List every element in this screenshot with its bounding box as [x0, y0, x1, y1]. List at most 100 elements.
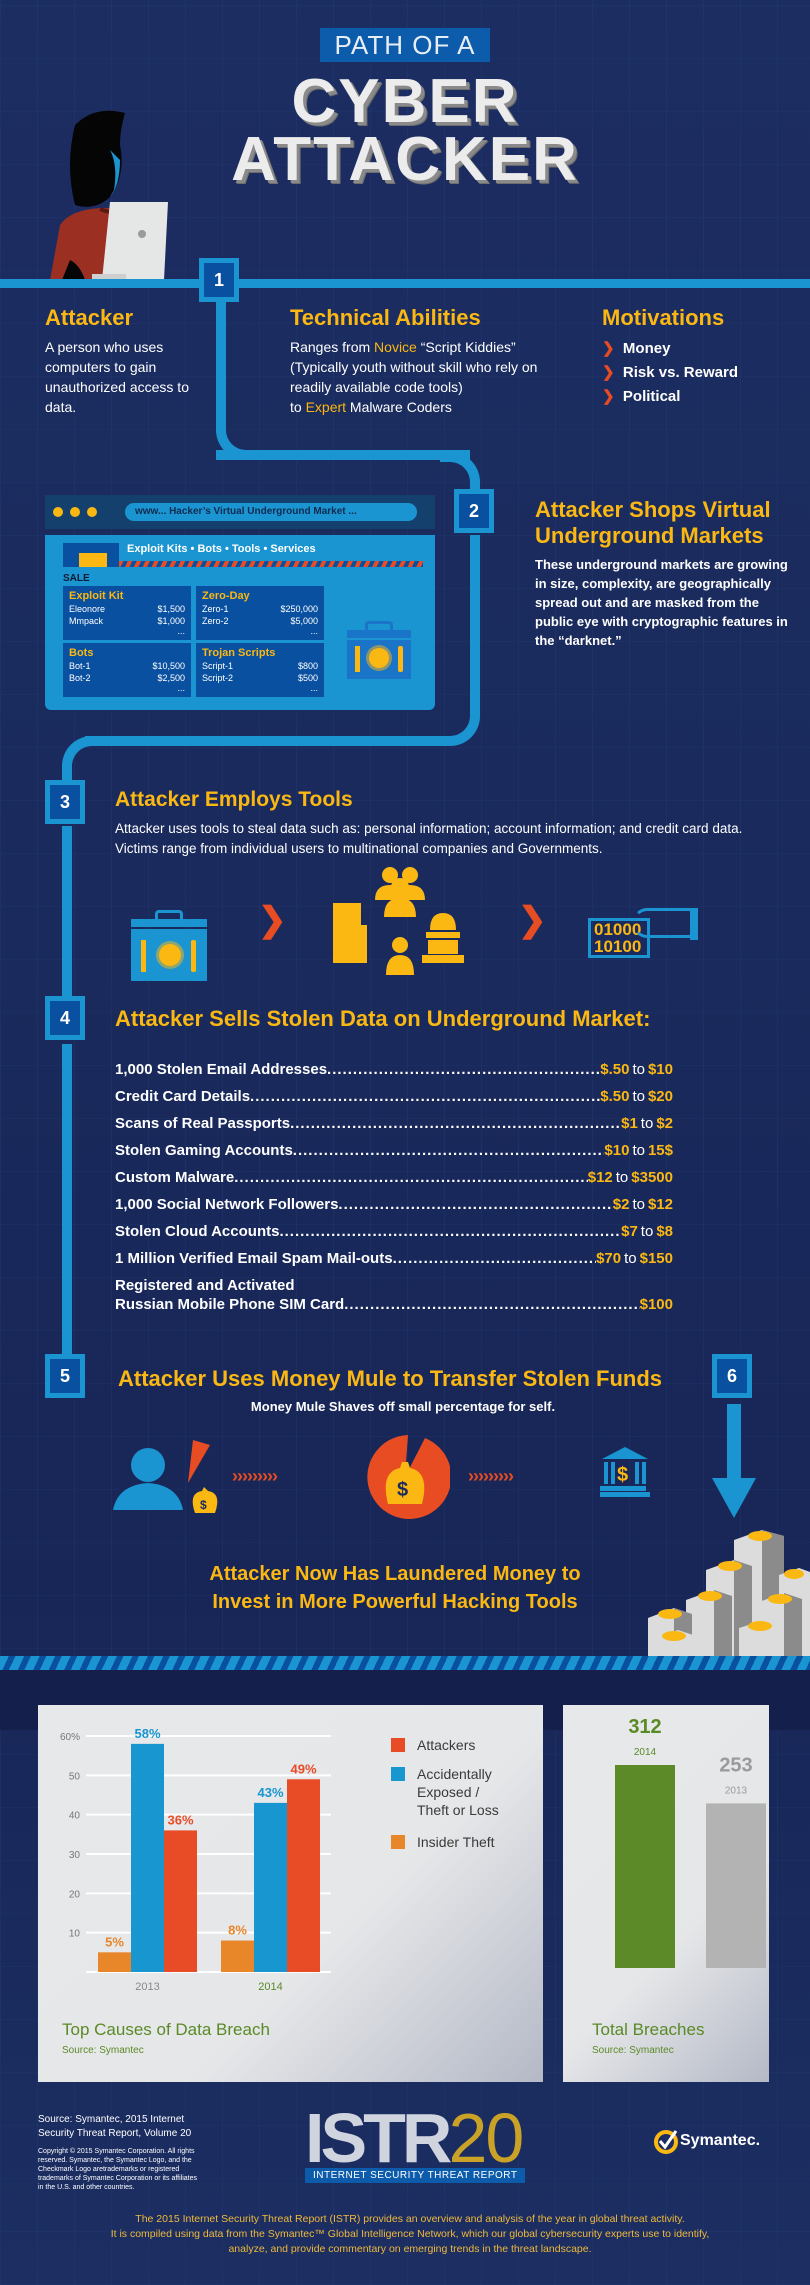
chart-title: Total Breaches: [592, 2020, 705, 2039]
market-card-zero-day: Zero-Day Zero-1 $250,000 Zero-2 $5,000 ...: [196, 586, 324, 640]
step-badge-5: 5: [45, 1354, 85, 1398]
step6-line2: Invest in More Powerful Hacking Tools: [212, 1591, 578, 1613]
hand-icon: [633, 908, 693, 938]
legend-swatch: [391, 1738, 405, 1752]
legend-swatch: [391, 1767, 405, 1781]
y-tick-label: 50: [69, 1771, 81, 1782]
step2-text: Attacker Shops Virtual Underground Marke…: [535, 497, 795, 650]
price-list-item: 1 Million Verified Email Spam Mail-outs$…: [115, 1250, 673, 1268]
data-breach-chart-panel: 60% 50 40 30 20 10 5% 58% 36% 2013 8% 43% 49% 2014 At…: [38, 1705, 543, 2082]
copyright: Copyright © 2015 Symantec Corporation. A…: [38, 2148, 197, 2191]
stripe-divider: [0, 1656, 810, 1670]
bar-attackers-2014: [287, 1779, 320, 1972]
motivations-list: ❯ Money ❯ Risk vs. Reward ❯ Political: [602, 337, 792, 409]
market-card-row: Mmpack $1,000: [69, 616, 185, 626]
category-label: 2014: [634, 1747, 657, 1758]
transfer-arrows: ›››››››››: [468, 1466, 514, 1486]
path-line: [62, 1044, 72, 1354]
price-list-item: Custom Malware$12to$3500: [115, 1169, 673, 1187]
x-tick-label: 2013: [135, 1981, 159, 1993]
chevron-right-icon: ❯: [602, 364, 615, 381]
legend-item-accidental: Accidentally Exposed / Theft or Loss: [391, 1765, 501, 1819]
x-tick-label: 2014: [258, 1981, 282, 1993]
data-label: 253: [719, 1754, 752, 1776]
step3-heading: Attacker Employs Tools: [115, 788, 353, 811]
price-list-item: 1,000 Social Network Followers$2to$12: [115, 1196, 673, 1214]
y-tick-label: 40: [69, 1811, 81, 1822]
y-tick-label: 10: [69, 1929, 81, 1940]
person-icon: [392, 937, 408, 953]
step5-heading: Attacker Uses Money Mule to Transfer Sto…: [118, 1366, 663, 1391]
market-card-row: Eleonore $1,500: [69, 604, 185, 614]
transfer-arrows: ›››››››››: [232, 1466, 278, 1486]
step-badge-3: 3: [45, 780, 85, 824]
down-arrow-icon: [712, 1478, 756, 1518]
market-card-trojan-scripts: Trojan Scripts Script-1 $800 Script-2 $500…: [196, 643, 324, 697]
price-list-item: Stolen Gaming Accounts$10to15$: [115, 1142, 673, 1160]
svg-text:$: $: [200, 1498, 207, 1512]
bar-total-breaches-2013: [706, 1803, 766, 1968]
title-line-2: ATTACKER: [231, 125, 579, 194]
market-card-row: Script-2 $500: [202, 673, 318, 683]
motivations: Motivations ❯ Money ❯ Risk vs. Reward ❯ …: [602, 305, 792, 409]
market-card-row: Zero-1 $250,000: [202, 604, 318, 614]
victims-icon: [333, 867, 464, 975]
underground-market-window: www... Hacker’s Virtual Underground Mark…: [45, 495, 435, 710]
y-tick-label: 20: [69, 1889, 81, 1900]
data-label: 312: [628, 1716, 661, 1738]
sale-label: SALE: [63, 573, 90, 584]
shop-icon: [79, 553, 107, 567]
motivation-item: ❯ Risk vs. Reward: [602, 364, 738, 381]
step4-heading: Attacker Sells Stolen Data on Undergroun…: [115, 1006, 651, 1031]
step-badge-2: 2: [454, 489, 494, 533]
browser-bar: www... Hacker’s Virtual Underground Mark…: [45, 495, 435, 529]
market-card-row: Bot-1 $10,500: [69, 661, 185, 671]
market-card-row: Zero-2 $5,000: [202, 616, 318, 626]
toolbox-icon: [347, 621, 411, 679]
legend-item-attackers: Attackers: [391, 1736, 475, 1754]
step6-text: Attacker Now Has Laundered Money to Inve…: [170, 1560, 620, 1616]
legend-swatch: [391, 1835, 405, 1849]
motivations-heading: Motivations: [602, 305, 725, 330]
step2-body: These underground markets are growing in…: [535, 557, 788, 648]
bar-accidentally-exposed-theft-or-loss-2013: [131, 1743, 164, 1972]
laptop-icon: [92, 202, 168, 280]
money-mule-icon: $: [113, 1440, 218, 1513]
step-badge-4: 4: [45, 996, 85, 1040]
bank-icon: $: [600, 1447, 650, 1497]
money-stacks-icon: [648, 1530, 810, 1656]
chevron-right-icon: ❯: [602, 388, 615, 405]
path-line: [0, 279, 810, 288]
chevron-right-icon: ❯: [602, 340, 615, 357]
price-list-item: Credit Card Details$.50to$20: [115, 1088, 673, 1106]
shop-tab: [63, 543, 119, 567]
data-label: 58%: [134, 1726, 160, 1741]
market-card-bots: Bots Bot-1 $10,500 Bot-2 $2,500 ...: [63, 643, 191, 697]
y-tick-label: 30: [69, 1850, 81, 1861]
symantec-logo[interactable]: Symantec.: [654, 2128, 760, 2154]
market-card-row: Script-1 $800: [202, 661, 318, 671]
step2-heading: Attacker Shops Virtual Underground Marke…: [535, 497, 771, 548]
path-line: [470, 535, 480, 715]
title-line-1: CYBER: [291, 67, 519, 136]
chart-source: Source: Symantec: [592, 2045, 674, 2056]
y-tick-label: 60%: [60, 1732, 80, 1743]
data-label: 8%: [228, 1923, 247, 1938]
chart-title: Top Causes of Data Breach: [62, 2020, 270, 2039]
data-label: 5%: [105, 1934, 124, 1949]
istr-logo: ISTR20 INTERNET SECURITY THREAT REPORT: [305, 2103, 526, 2183]
istr-subtitle: INTERNET SECURITY THREAT REPORT: [305, 2168, 526, 2183]
window-dot: [53, 507, 63, 517]
expert-highlight: Expert: [305, 399, 347, 415]
market-nav: Exploit Kits • Bots • Tools • Services: [127, 543, 316, 555]
step-badge-6: 6: [712, 1354, 752, 1398]
stripe-divider: [119, 561, 423, 567]
novice-highlight: Novice: [374, 339, 417, 355]
building-icon: [333, 903, 361, 963]
bar-total-breaches-2014: [615, 1765, 675, 1968]
data-label: 43%: [257, 1785, 283, 1800]
chart-source: Source: Symantec: [62, 2045, 144, 2056]
attacker-heading: Attacker: [45, 305, 134, 330]
abilities-heading: Technical Abilities: [290, 305, 481, 330]
capitol-icon: [430, 913, 456, 930]
